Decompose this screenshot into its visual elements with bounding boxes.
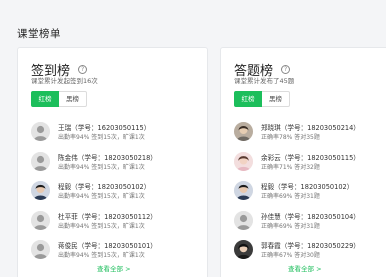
avatar [234,210,253,230]
avatar [234,181,253,200]
tab-red-list[interactable]: 红榜 [234,91,262,107]
student-stats: 出勤率94% 签到15次，旷课1次 [58,193,145,200]
avatar [234,122,253,141]
student-name: 程毅（学号：18203050102） [261,183,354,191]
student-name: 郑晓琪（学号：18203050214） [261,124,360,132]
tab-red-list[interactable]: 红榜 [31,91,59,107]
view-all-checkin-link[interactable]: 查看全部 > [97,263,131,273]
answer-board-subtitle: 课堂累计发布了45题 [234,77,295,85]
list-item[interactable]: 杜平菲（学号：18203050112） 出勤率94% 签到15次，旷课1次 [31,208,201,238]
tab-black-list[interactable]: 黑榜 [262,91,290,107]
student-stats: 正确率67% 答对30题 [261,252,320,259]
student-stats: 出勤率94% 签到15次，旷课1次 [58,163,145,171]
student-name: 程毅（学号：18203050102） [58,183,151,191]
tab-black-list[interactable]: 黑榜 [59,91,87,107]
help-icon[interactable]: ? [281,65,291,74]
list-item[interactable]: 程毅（学号：18203050102） 出勤率94% 签到15次，旷课1次 [31,178,201,208]
list-item[interactable]: 陈金伟（学号：18203050218） 出勤率94% 签到15次，旷课1次 [31,149,201,179]
answer-board-tabs: 红榜 黑榜 [234,91,290,107]
avatar [31,151,50,171]
checkin-board-subtitle: 课堂累计发起签到16次 [31,77,98,85]
list-item[interactable]: 王瑞（学号：16203050115） 出勤率94% 签到15次，旷课1次 [31,119,201,149]
list-item[interactable]: 孙佳慧（学号：18203050104） 正确率69% 答对31题 [234,208,386,238]
checkin-board-list: 王瑞（学号：16203050115） 出勤率94% 签到15次，旷课1次 陈金伟… [31,119,201,267]
avatar [31,240,50,259]
answer-board-list: 郑晓琪（学号：18203050214） 正确率78% 答对35题 余彩云（学号：… [234,119,386,267]
student-name: 蒋俊民（学号：18203050101） [58,242,157,250]
checkin-board-card: 签到榜 ? 课堂累计发起签到16次 红榜 黑榜 王瑞（学号：1620305011… [17,47,208,277]
list-item[interactable]: 郑晓琪（学号：18203050214） 正确率78% 答对35题 [234,119,386,149]
view-all-answer-link[interactable]: 查看全部 > [288,263,322,273]
avatar [31,122,50,141]
student-name: 杜平菲（学号：18203050112） [58,212,157,221]
avatar [31,181,50,200]
student-stats: 出勤率94% 签到15次，旷课1次 [58,134,145,141]
student-name: 陈金伟（学号：18203050218） [58,153,157,162]
student-stats: 正确率78% 答对35题 [261,134,320,141]
avatar [234,240,253,259]
student-stats: 出勤率94% 签到15次，旷课1次 [58,252,145,259]
avatar [234,151,253,171]
answer-board-card: 答题榜 ? 课堂累计发布了45题 红榜 黑榜 郑晓琪（学号：1820305021… [220,47,386,277]
checkin-board-tabs: 红榜 黑榜 [31,91,87,107]
list-item[interactable]: 程毅（学号：18203050102） 正确率69% 答对31题 [234,178,386,208]
student-stats: 出勤率94% 签到15次，旷课1次 [58,222,145,230]
student-name: 王瑞（学号：16203050115） [58,124,151,132]
page-title: 课堂榜单 [17,28,61,40]
student-stats: 正确率69% 答对31题 [261,193,320,200]
student-name: 郭春霞（学号：18203050229） [261,242,360,250]
student-stats: 正确率69% 答对31题 [261,222,320,230]
student-stats: 正确率71% 答对32题 [261,163,320,171]
student-name: 孙佳慧（学号：18203050104） [261,212,360,221]
avatar [31,210,50,230]
list-item[interactable]: 余彩云（学号：18203050115） 正确率71% 答对32题 [234,149,386,179]
help-icon[interactable]: ? [78,65,88,74]
student-name: 余彩云（学号：18203050115） [261,153,360,162]
